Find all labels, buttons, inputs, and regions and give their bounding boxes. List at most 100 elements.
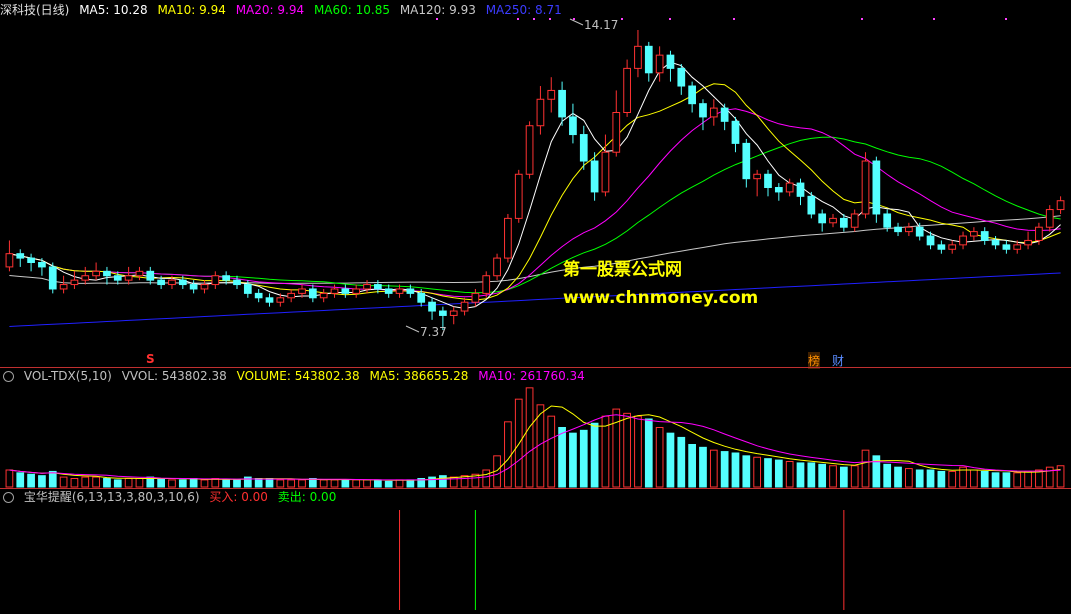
candle-down: [265, 297, 274, 303]
candle-down: [731, 120, 740, 144]
volume-bar: [991, 472, 1000, 488]
volume-bar: [774, 459, 783, 488]
candle-up: [92, 270, 100, 277]
volume-bar: [731, 452, 740, 488]
volume-bar: [569, 432, 577, 488]
volume-bar: [59, 476, 68, 488]
candle-down: [417, 292, 426, 303]
candle-up: [525, 125, 534, 175]
ma20-label: MA20: 9.94: [235, 3, 305, 17]
stock-title[interactable]: 深科技(日线): [0, 3, 69, 17]
event-dot: [1005, 18, 1007, 20]
high-price-label: 14.17: [584, 18, 619, 32]
event-dot: [573, 18, 575, 20]
candle-down: [558, 89, 566, 118]
candle-up: [493, 257, 501, 277]
volume-bar: [970, 469, 978, 488]
candle-down: [742, 142, 751, 180]
s-mark[interactable]: S: [146, 352, 155, 366]
volume-bar: [883, 463, 892, 488]
candle-down: [254, 292, 263, 299]
candle-up: [59, 284, 68, 290]
candle-up: [70, 279, 79, 286]
volume-bar: [807, 462, 816, 488]
volume-bar: [579, 429, 588, 488]
volume-bar: [38, 475, 46, 488]
candle-down: [764, 173, 772, 189]
volume-bar: [514, 398, 523, 488]
candle-up: [395, 288, 404, 294]
candle-up: [5, 253, 14, 268]
candle-down: [146, 270, 155, 281]
volume-bar: [254, 478, 263, 488]
indicator-name[interactable]: 宝华提醒(6,13,13,3,80,3,10,6): [24, 490, 200, 504]
chart-canvas[interactable]: [0, 0, 1071, 614]
candle-up: [601, 151, 610, 193]
volume-bar: [287, 479, 296, 488]
event-dot: [733, 18, 735, 20]
volume-bar: [905, 468, 913, 488]
candle-up: [536, 98, 545, 127]
candle-down: [991, 239, 1000, 246]
candle-down: [883, 213, 892, 228]
volume-bar: [688, 444, 696, 488]
volume-bar: [48, 470, 57, 488]
candle-up: [330, 288, 339, 294]
candle-down: [38, 262, 46, 268]
volume-bar: [699, 446, 707, 488]
ma20-line: [9, 108, 1061, 298]
indicator-toggle-icon[interactable]: [3, 371, 14, 382]
candle-down: [839, 217, 848, 228]
volume-bar: [406, 479, 415, 488]
volume-indicator-name[interactable]: VOL-TDX(5,10): [24, 369, 112, 383]
candle-down: [222, 275, 231, 281]
candle-up: [623, 67, 631, 113]
event-dot: [549, 18, 551, 20]
ma10-label: MA10: 9.94: [157, 3, 226, 17]
candle-up: [200, 284, 209, 290]
ma60-line: [9, 136, 1061, 294]
candle-down: [872, 160, 881, 215]
volume-bar: [319, 479, 328, 488]
watermark-url: www.chnmoney.com: [563, 288, 759, 308]
volume-bar: [1013, 472, 1022, 488]
candle-down: [894, 226, 902, 233]
volume-bar: [439, 475, 447, 488]
ma60-label: MA60: 10.85: [313, 3, 390, 17]
candle-down: [579, 134, 588, 162]
candle-up: [298, 288, 306, 294]
candle-up: [1013, 244, 1022, 250]
candle-down: [796, 182, 805, 197]
candle-down: [113, 275, 122, 281]
candle-down: [980, 231, 989, 241]
volume-bar: [839, 466, 848, 488]
candle-up: [81, 275, 90, 281]
volume-bar: [265, 478, 274, 488]
volume-bar: [796, 462, 805, 488]
ma5-line: [9, 61, 1061, 309]
volume-bar: [374, 479, 382, 488]
candle-down: [48, 266, 57, 290]
vol-ma10-label: MA10: 261760.34: [478, 369, 585, 383]
volume-bar: [135, 478, 144, 488]
volume-bar: [27, 473, 35, 488]
candle-down: [774, 187, 783, 193]
low-price-label: 7.37: [420, 325, 447, 339]
volume-bar: [655, 427, 664, 488]
indicator-pane-header: 宝华提醒(6,13,13,3,80,3,10,6) 买入: 0.00 卖出: 0…: [0, 489, 342, 505]
candle-down: [807, 195, 816, 215]
candle-up: [861, 160, 870, 215]
volume-bar: [980, 470, 989, 488]
volume-bar: [948, 470, 957, 488]
volume-bar: [298, 479, 306, 488]
candle-down: [915, 226, 924, 237]
volume-bar: [92, 476, 100, 488]
volume-bar: [720, 451, 729, 488]
candle-down: [16, 253, 25, 259]
candle-up: [829, 217, 837, 224]
volume-bar: [525, 387, 534, 488]
volume-bar: [363, 479, 371, 488]
indicator-toggle-icon[interactable]: [3, 492, 14, 503]
candle-down: [406, 288, 415, 294]
candle-down: [720, 107, 729, 122]
